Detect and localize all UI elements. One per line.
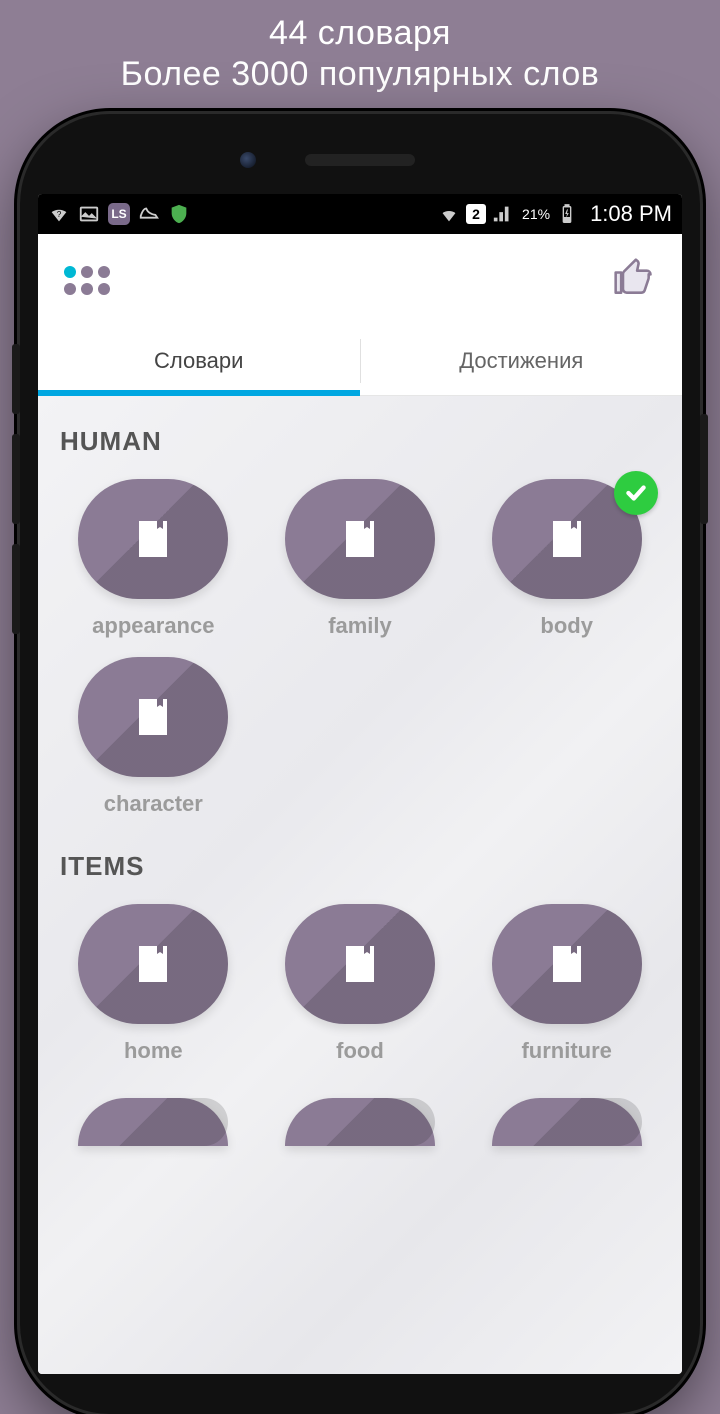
wifi-icon: ? <box>48 203 70 225</box>
ls-app-icon: LS <box>108 203 130 225</box>
dict-food[interactable]: food <box>263 904 458 1064</box>
section-title-items: ITEMS <box>60 851 660 882</box>
grid-items-next-row <box>56 1098 664 1146</box>
shield-icon <box>168 203 190 225</box>
dict-character[interactable]: character <box>56 657 251 817</box>
tab-achievements[interactable]: Достижения <box>361 326 683 395</box>
grid-human: appearance family body character <box>56 479 664 817</box>
battery-icon <box>556 203 578 225</box>
check-icon <box>614 471 658 515</box>
cell-signal-icon <box>492 203 514 225</box>
tab-label: Достижения <box>459 348 583 374</box>
dict-body[interactable]: body <box>469 479 664 639</box>
battery-percent: 21% <box>522 206 550 222</box>
phone-earpiece <box>305 154 415 166</box>
dict-furniture[interactable]: furniture <box>469 904 664 1064</box>
section-title-human: HUMAN <box>60 426 660 457</box>
phone-frame: ? LS 2 2 <box>20 114 700 1414</box>
screen: ? LS 2 2 <box>38 194 682 1374</box>
tab-label: Словари <box>154 348 243 374</box>
dict-partial-3[interactable] <box>469 1098 664 1146</box>
wifi-signal-icon <box>438 203 460 225</box>
clock: 1:08 PM <box>590 201 672 227</box>
card-label: appearance <box>92 613 214 639</box>
card-label: body <box>540 613 593 639</box>
card-label: furniture <box>521 1038 611 1064</box>
dict-partial-1[interactable] <box>56 1098 251 1146</box>
phone-camera <box>240 152 256 168</box>
dict-family[interactable]: family <box>263 479 458 639</box>
card-label: home <box>124 1038 183 1064</box>
promo-line-2: Более 3000 популярных слов <box>0 55 720 94</box>
sim-indicator: 2 <box>466 204 486 224</box>
shoe-icon <box>138 203 160 225</box>
dict-home[interactable]: home <box>56 904 251 1064</box>
promo-line-1: 44 словаря <box>0 14 720 53</box>
promo-banner: 44 словаря Более 3000 популярных слов <box>0 0 720 114</box>
like-button[interactable] <box>612 256 656 305</box>
dict-appearance[interactable]: appearance <box>56 479 251 639</box>
card-label: character <box>104 791 203 817</box>
grid-items: home food furniture <box>56 904 664 1064</box>
card-label: food <box>336 1038 384 1064</box>
svg-text:?: ? <box>57 210 62 219</box>
active-tab-underline <box>38 390 360 396</box>
image-icon <box>78 203 100 225</box>
status-bar: ? LS 2 2 <box>38 194 682 234</box>
card-label: family <box>328 613 392 639</box>
dict-partial-2[interactable] <box>263 1098 458 1146</box>
tab-dictionaries[interactable]: Словари <box>38 326 360 395</box>
content-scroll[interactable]: HUMAN appearance family body charac <box>38 396 682 1374</box>
tabs: Словари Достижения <box>38 326 682 396</box>
app-header <box>38 234 682 326</box>
menu-button[interactable] <box>64 266 110 295</box>
